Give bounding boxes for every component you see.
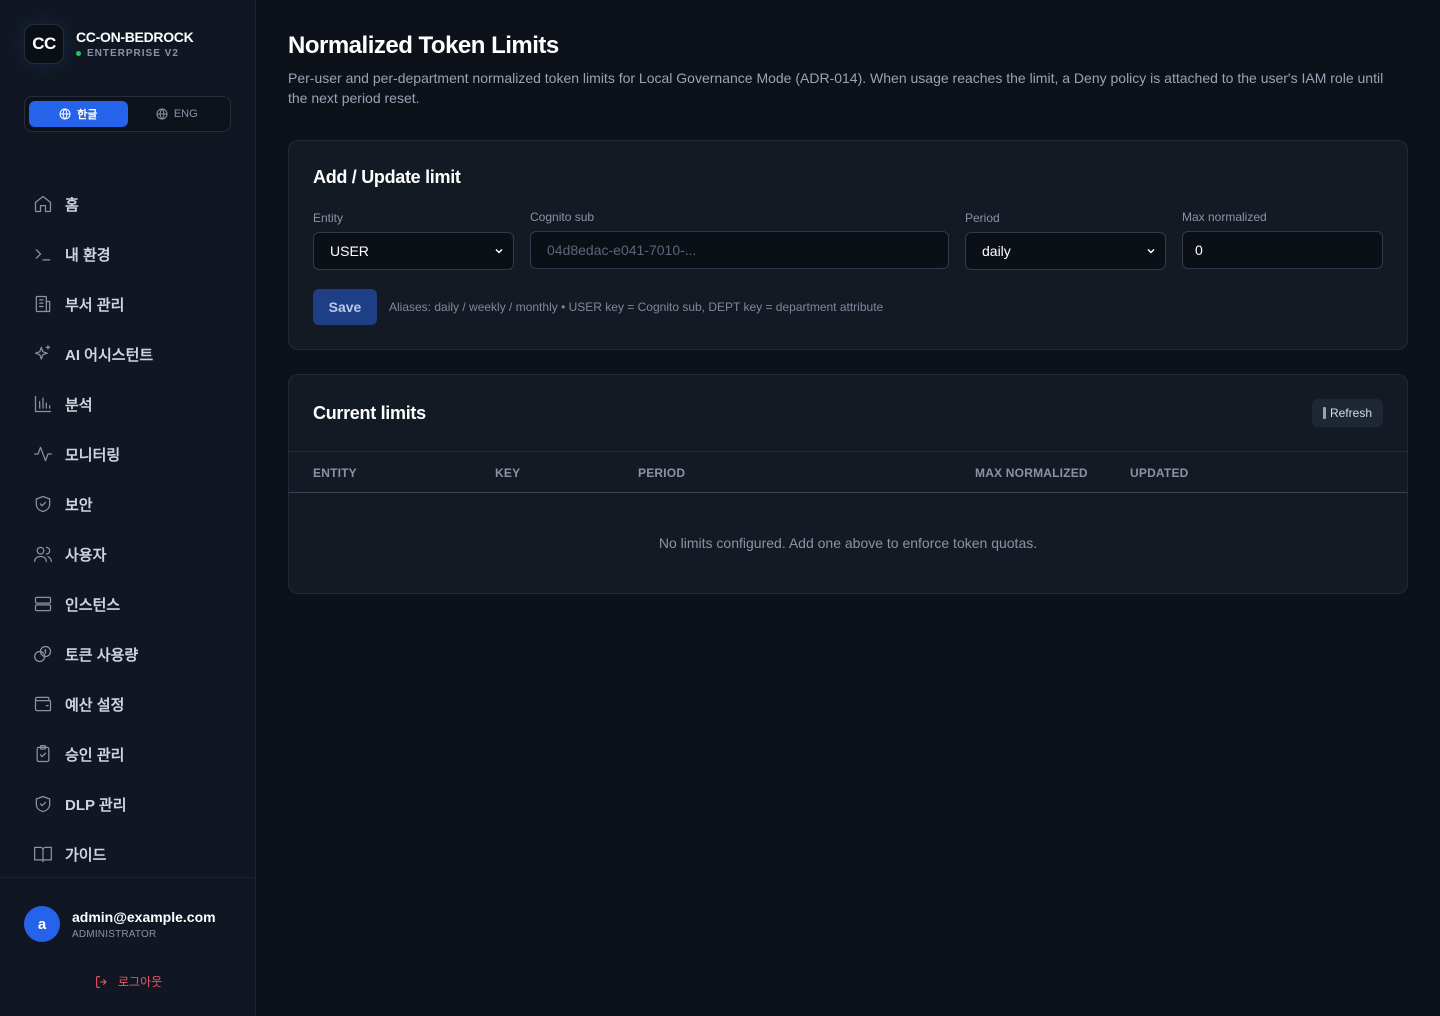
entity-label: Entity: [313, 211, 344, 225]
language-english-label: ENG: [173, 108, 198, 120]
sidebar-item-security[interactable]: 보안: [0, 479, 256, 529]
sidebar-item-instances[interactable]: 인스턴스: [0, 579, 256, 629]
cognito-sub-input[interactable]: 04d8edac-e041-7010-...: [530, 231, 949, 269]
sidebar-item-label: 예산 설정: [65, 696, 125, 714]
chevron-down-icon: [1147, 248, 1155, 254]
refresh-button[interactable]: Refresh: [1311, 399, 1383, 427]
logout-icon: [96, 975, 107, 988]
sidebar-item-ai-assistant[interactable]: AI 어시스턴트: [0, 329, 256, 379]
wallet-icon: [33, 694, 53, 714]
sidebar-item-budget[interactable]: 예산 설정: [0, 679, 256, 729]
chevron-down-icon: [495, 248, 503, 254]
sidebar-item-users[interactable]: 사용자: [0, 529, 256, 579]
period-label: Period: [965, 211, 1000, 225]
language-korean-button[interactable]: 한글: [29, 101, 128, 127]
sidebar-nav: 홈 내 환경 부서 관리 AI 어시스턴트 분석 모니터링 보안 사용자 인스턴…: [0, 179, 256, 879]
brand-name: CC-ON-BEDROCK: [76, 29, 194, 45]
max-normalized-input[interactable]: 0: [1182, 231, 1383, 269]
sidebar-item-label: 보안: [65, 496, 93, 514]
globe-icon: [156, 108, 168, 120]
activity-icon: [33, 444, 53, 464]
language-english-button[interactable]: ENG: [128, 101, 227, 127]
shield-check-icon: [33, 794, 53, 814]
column-key[interactable]: KEY: [495, 466, 520, 480]
avatar[interactable]: a: [24, 906, 60, 942]
cognito-sub-placeholder: 04d8edac-e041-7010-...: [547, 242, 697, 258]
sidebar-item-token-usage[interactable]: 토큰 사용량: [0, 629, 256, 679]
page-description: Per-user and per-department normalized t…: [288, 70, 1384, 106]
sidebar-footer: a admin@example.com ADMINISTRATOR 로그아웃: [0, 877, 256, 1016]
table-header: ENTITY KEY PERIOD MAX NORMALIZED UPDATED: [289, 451, 1407, 493]
sidebar-item-departments[interactable]: 부서 관리: [0, 279, 256, 329]
sidebar-item-label: 부서 관리: [65, 296, 125, 314]
current-limits-card: Current limits Refresh ENTITY KEY PERIOD…: [288, 374, 1408, 594]
sidebar-item-label: 승인 관리: [65, 746, 125, 764]
period-select[interactable]: daily: [965, 232, 1166, 270]
cognito-label: Cognito sub: [530, 210, 595, 224]
book-icon: [33, 844, 53, 864]
brand-subtitle-text: ENTERPRISE V2: [87, 48, 179, 59]
terminal-icon: [33, 244, 53, 264]
sidebar-item-label: AI 어시스턴트: [65, 346, 154, 364]
sidebar-item-guide[interactable]: 가이드: [0, 829, 256, 879]
form-hint: Aliases: daily / weekly / monthly • USER…: [389, 300, 884, 314]
brand-logo: CC: [24, 24, 64, 64]
language-korean-label: 한글: [77, 109, 98, 121]
main-content: Normalized Token Limits Per-user and per…: [288, 32, 1408, 594]
empty-state: No limits configured. Add one above to e…: [658, 535, 1038, 551]
bar-chart-icon: [33, 394, 53, 414]
sidebar-item-label: 모니터링: [65, 446, 121, 464]
sidebar-item-label: 내 환경: [65, 246, 111, 264]
form-title: Add / Update limit: [313, 167, 461, 187]
sidebar-item-label: 가이드: [65, 846, 107, 864]
home-icon: [33, 194, 53, 214]
sidebar-item-analytics[interactable]: 분석: [0, 379, 256, 429]
refresh-label: Refresh: [1329, 406, 1372, 420]
entity-select[interactable]: USER: [313, 232, 514, 270]
save-button[interactable]: Save: [313, 289, 377, 325]
column-entity[interactable]: ENTITY: [313, 466, 357, 480]
sidebar-item-monitoring[interactable]: 모니터링: [0, 429, 256, 479]
building-icon: [33, 294, 53, 314]
sidebar-item-label: DLP 관리: [65, 796, 127, 814]
table-title: Current limits: [313, 403, 426, 423]
column-period[interactable]: PERIOD: [638, 466, 685, 480]
logout-label: 로그아웃: [118, 975, 163, 989]
clipboard-check-icon: [33, 744, 53, 764]
sidebar-item-label: 분석: [65, 396, 93, 414]
logout-button[interactable]: 로그아웃: [94, 973, 162, 990]
sidebar-item-dlp[interactable]: DLP 관리: [0, 779, 256, 829]
add-limit-card: Add / Update limit Entity USER Cognito s…: [288, 140, 1408, 350]
language-toggle: 한글 ENG: [24, 96, 231, 132]
sidebar-item-approvals[interactable]: 승인 관리: [0, 729, 256, 779]
column-updated[interactable]: UPDATED: [1130, 466, 1189, 480]
refresh-icon: [1322, 407, 1326, 419]
user-email: admin@example.com: [72, 909, 216, 925]
globe-icon: [59, 108, 71, 120]
server-icon: [33, 594, 53, 614]
shield-check-icon: [33, 494, 53, 514]
user-role: ADMINISTRATOR: [72, 929, 157, 940]
sidebar-item-label: 홈: [65, 196, 79, 214]
sidebar: CC CC-ON-BEDROCK ENTERPRISE V2 한글 ENG 홈 …: [0, 0, 256, 1016]
max-normalized-value: 0: [1195, 242, 1203, 258]
sparkles-icon: [33, 344, 53, 364]
sidebar-item-my-environment[interactable]: 내 환경: [0, 229, 256, 279]
sidebar-item-label: 사용자: [65, 546, 107, 564]
sidebar-item-label: 인스턴스: [65, 596, 121, 614]
brand-subtitle: ENTERPRISE V2: [76, 48, 193, 59]
status-dot: [76, 51, 81, 56]
sidebar-item-home[interactable]: 홈: [0, 179, 256, 229]
page-title: Normalized Token Limits: [288, 32, 559, 59]
sidebar-item-label: 토큰 사용량: [65, 646, 139, 664]
entity-value: USER: [330, 243, 369, 259]
users-icon: [33, 544, 53, 564]
coins-icon: [33, 644, 53, 664]
max-normalized-label: Max normalized: [1182, 210, 1267, 224]
brand[interactable]: CC CC-ON-BEDROCK ENTERPRISE V2: [24, 24, 194, 64]
column-max-normalized[interactable]: MAX NORMALIZED: [975, 466, 1088, 480]
period-value: daily: [982, 243, 1011, 259]
